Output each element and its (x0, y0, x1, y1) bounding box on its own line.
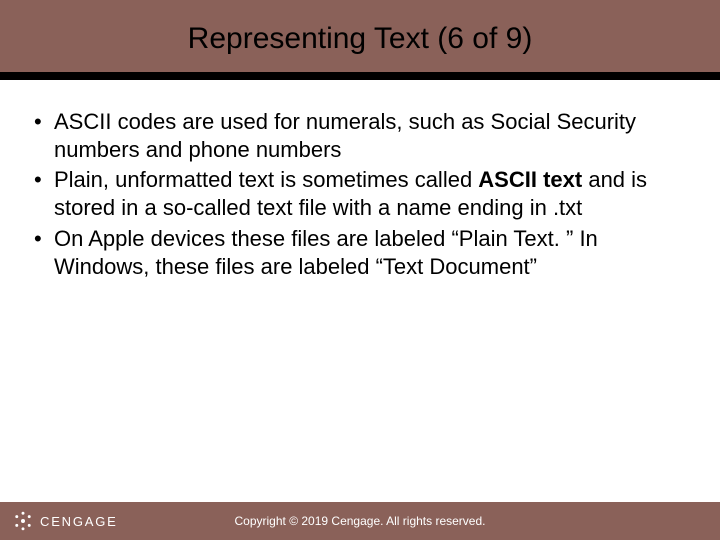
footer-bar: CENGAGE Copyright © 2019 Cengage. All ri… (0, 502, 720, 540)
cengage-logo-icon (12, 510, 34, 532)
brand: CENGAGE (12, 510, 118, 532)
bullet-text-bold: ASCII text (478, 167, 582, 192)
bullet-item: Plain, unformatted text is sometimes cal… (28, 166, 692, 222)
bullet-text: On Apple devices these files are labeled… (54, 226, 598, 279)
slide: Representing Text (6 of 9) ASCII codes a… (0, 0, 720, 540)
content-area: ASCII codes are used for numerals, such … (0, 80, 720, 502)
brand-name: CENGAGE (40, 514, 118, 529)
title-underline (0, 72, 720, 80)
bullet-list: ASCII codes are used for numerals, such … (28, 108, 692, 281)
bullet-item: ASCII codes are used for numerals, such … (28, 108, 692, 164)
bullet-text: Plain, unformatted text is sometimes cal… (54, 167, 478, 192)
bullet-text: ASCII codes are used for numerals, such … (54, 109, 636, 162)
title-band: Representing Text (6 of 9) (0, 0, 720, 78)
copyright-text: Copyright © 2019 Cengage. All rights res… (235, 514, 486, 528)
slide-title: Representing Text (6 of 9) (188, 22, 533, 56)
bullet-item: On Apple devices these files are labeled… (28, 225, 692, 281)
